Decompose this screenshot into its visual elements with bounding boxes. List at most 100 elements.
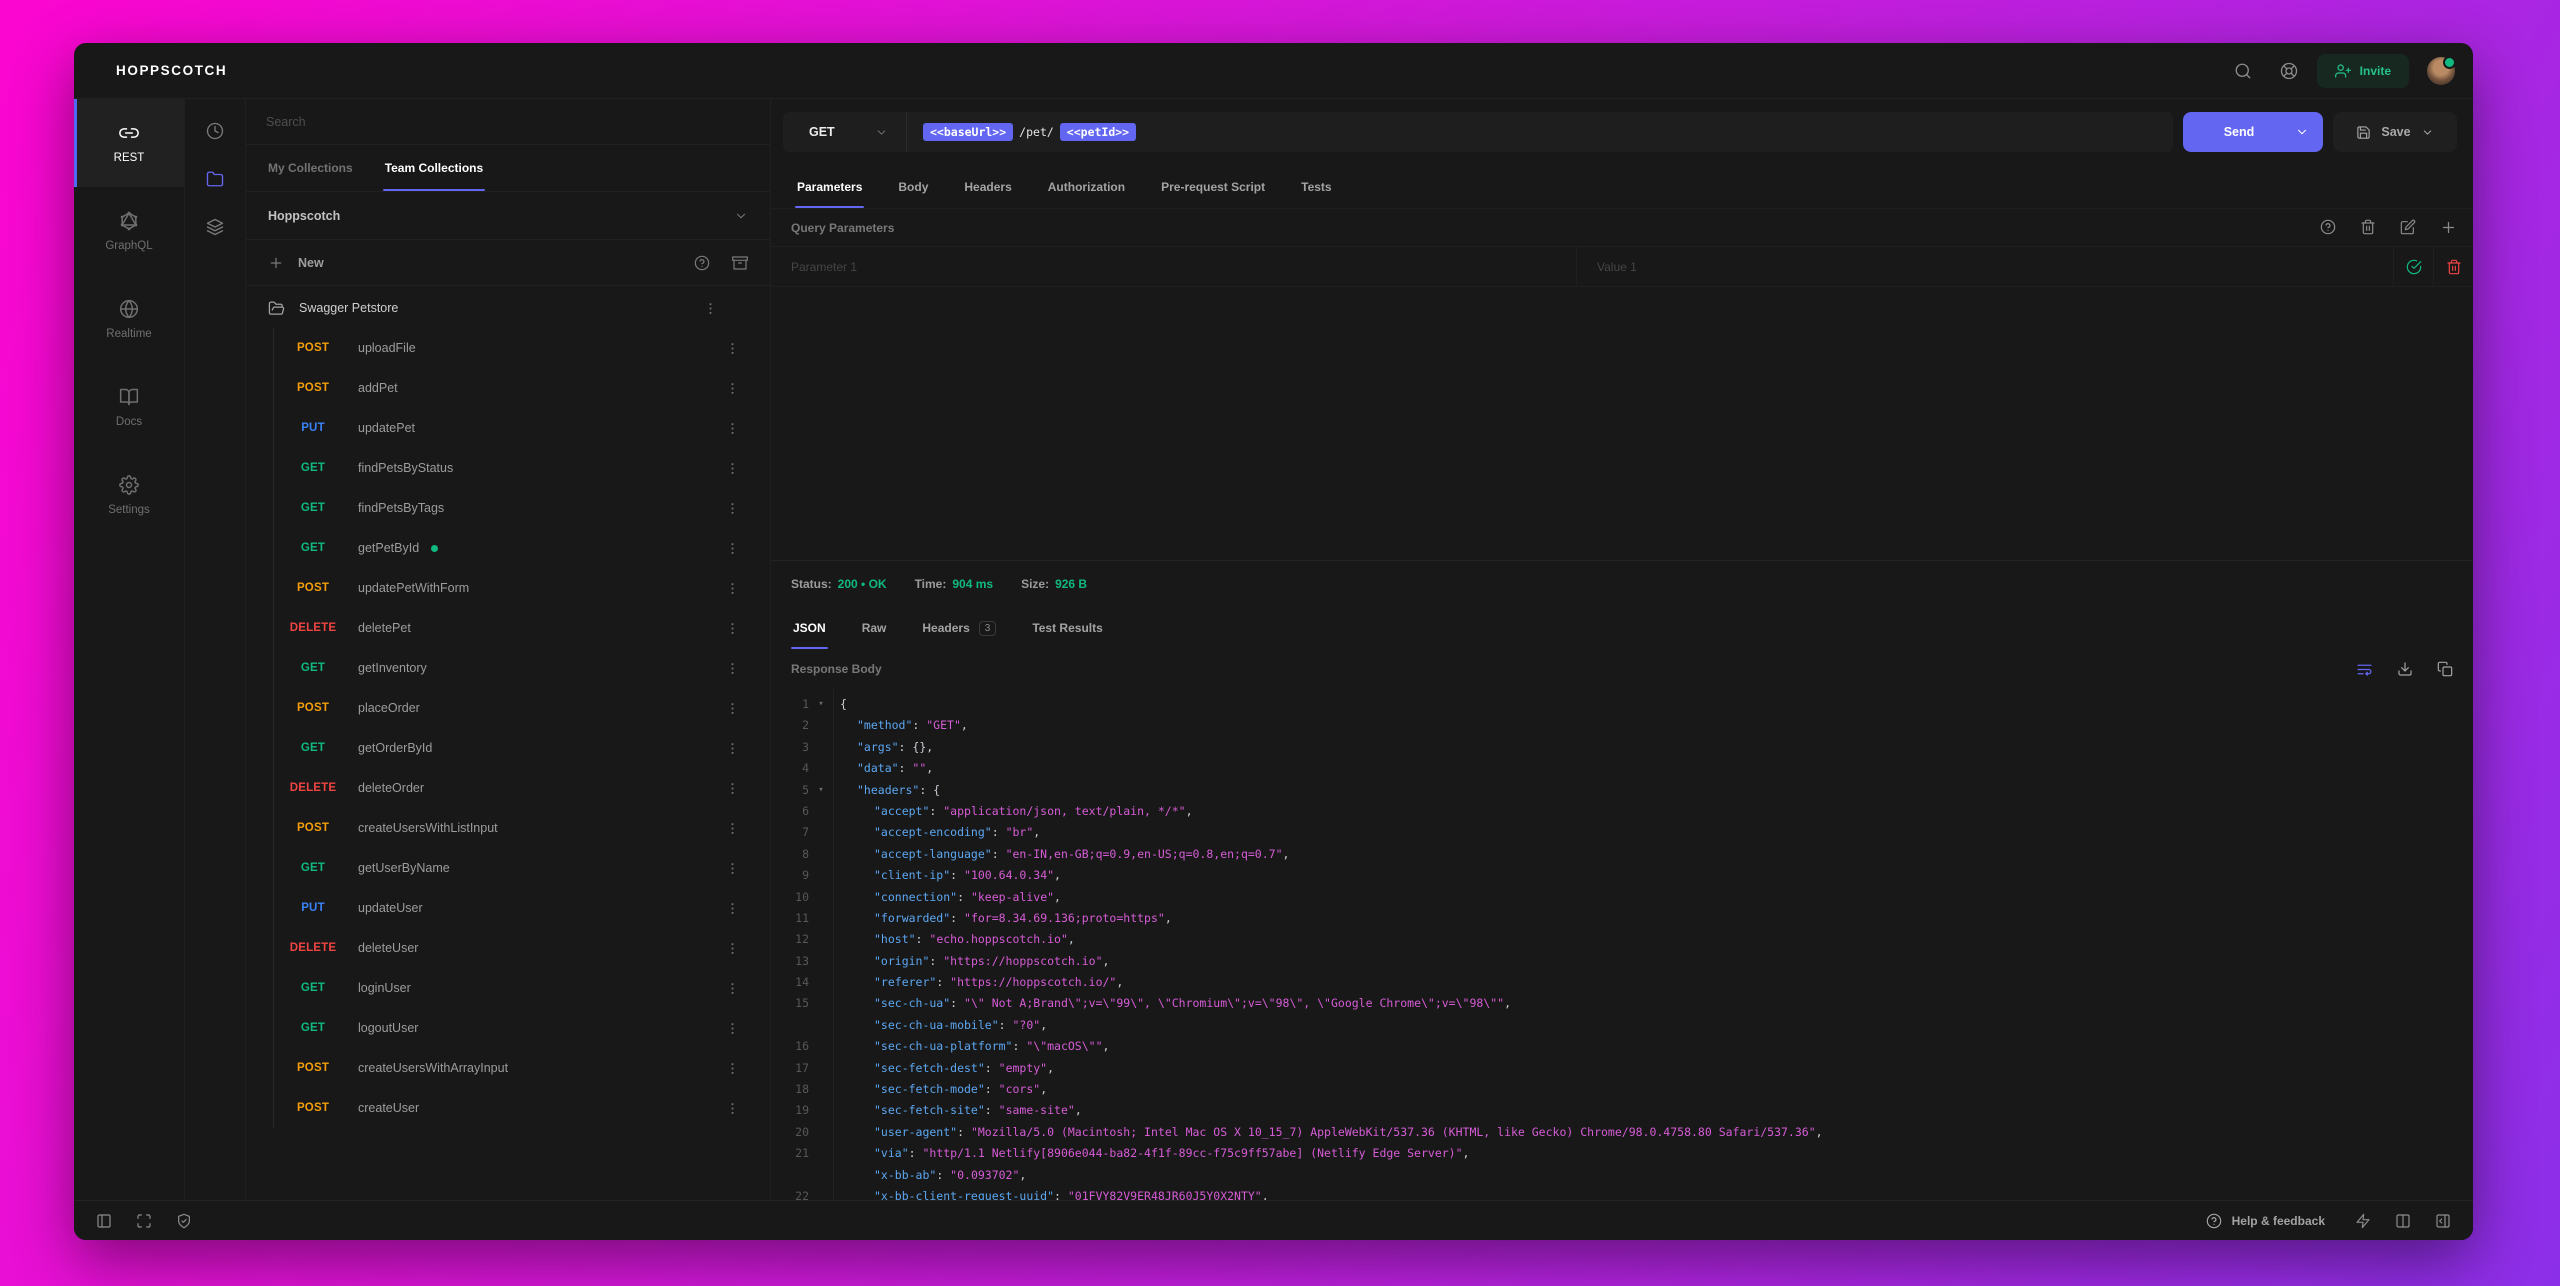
more-options-icon[interactable] — [725, 421, 740, 436]
support-button[interactable] — [2271, 53, 2307, 89]
nav-item-settings[interactable]: Settings — [74, 451, 184, 539]
more-options-icon[interactable] — [725, 981, 740, 996]
more-options-icon[interactable] — [725, 741, 740, 756]
help-circle-icon[interactable] — [694, 255, 710, 271]
send-button[interactable]: Send — [2183, 112, 2323, 152]
more-options-icon[interactable] — [725, 941, 740, 956]
search-button[interactable] — [2225, 53, 2261, 89]
subnav-item-environments[interactable] — [193, 203, 237, 251]
tab-my-collections[interactable]: My Collections — [252, 145, 369, 191]
copy-icon[interactable] — [2437, 661, 2453, 678]
chevron-down-icon[interactable] — [2295, 125, 2309, 139]
more-options-icon[interactable] — [725, 341, 740, 356]
response-tab-test-results[interactable]: Test Results — [1018, 607, 1116, 649]
nav-item-graphql[interactable]: GraphQL — [74, 187, 184, 275]
more-options-icon[interactable] — [725, 861, 740, 876]
tab-pre-request-script[interactable]: Pre-request Script — [1147, 165, 1279, 208]
tab-authorization[interactable]: Authorization — [1034, 165, 1139, 208]
subnav-item-collections[interactable] — [193, 155, 237, 203]
fold-arrow-icon[interactable]: ▾ — [809, 780, 833, 801]
more-options-icon[interactable] — [725, 781, 740, 796]
fold-arrow-icon — [809, 993, 833, 1014]
more-options-icon[interactable] — [725, 701, 740, 716]
nav-item-rest[interactable]: REST — [74, 99, 184, 187]
workspace-selector[interactable]: Hoppscotch — [246, 192, 770, 240]
request-item-getOrderById[interactable]: GETgetOrderById — [274, 728, 770, 768]
tab-parameters[interactable]: Parameters — [783, 165, 876, 208]
request-item-findPetsByStatus[interactable]: GETfindPetsByStatus — [274, 448, 770, 488]
more-options-icon[interactable] — [725, 381, 740, 396]
parameter-value-input[interactable] — [1597, 260, 2373, 274]
delete-all-icon[interactable] — [2360, 219, 2376, 236]
toggle-parameter-button[interactable] — [2393, 247, 2433, 286]
panel-left-icon[interactable] — [88, 1206, 120, 1236]
save-button[interactable]: Save — [2333, 112, 2457, 152]
collection-folder[interactable]: Swagger Petstore — [246, 288, 770, 328]
help-circle-icon[interactable] — [2320, 219, 2336, 236]
request-item-updatePetWithForm[interactable]: POSTupdatePetWithForm — [274, 568, 770, 608]
request-name: createUser — [358, 1101, 725, 1115]
chevron-down-icon[interactable] — [2421, 126, 2434, 139]
more-options-icon[interactable] — [703, 301, 718, 316]
response-body-editor[interactable]: 1▾{2"method": "GET",3"args": {},4"data":… — [771, 689, 2473, 1200]
fold-arrow-icon[interactable]: ▾ — [809, 694, 833, 715]
more-options-icon[interactable] — [725, 541, 740, 556]
panel-right-close-icon[interactable] — [2427, 1206, 2459, 1236]
remove-parameter-button[interactable] — [2433, 247, 2473, 286]
tab-tests[interactable]: Tests — [1287, 165, 1345, 208]
response-tab-json[interactable]: JSON — [779, 607, 840, 649]
more-options-icon[interactable] — [725, 501, 740, 516]
shield-check-icon[interactable] — [168, 1206, 200, 1236]
request-item-logoutUser[interactable]: GETlogoutUser — [274, 1008, 770, 1048]
add-parameter-icon[interactable] — [2440, 219, 2457, 236]
request-item-getPetById[interactable]: GETgetPetById — [274, 528, 770, 568]
request-item-getUserByName[interactable]: GETgetUserByName — [274, 848, 770, 888]
request-item-updatePet[interactable]: PUTupdatePet — [274, 408, 770, 448]
request-item-updateUser[interactable]: PUTupdateUser — [274, 888, 770, 928]
import-export-icon[interactable] — [732, 255, 748, 271]
request-item-findPetsByTags[interactable]: GETfindPetsByTags — [274, 488, 770, 528]
url-input[interactable]: <<baseUrl>>/pet/<<petId>> — [907, 123, 1152, 141]
avatar[interactable] — [2427, 57, 2455, 85]
request-item-deletePet[interactable]: DELETEdeletePet — [274, 608, 770, 648]
nav-item-realtime[interactable]: Realtime — [74, 275, 184, 363]
request-item-uploadFile[interactable]: POSTuploadFile — [274, 328, 770, 368]
more-options-icon[interactable] — [725, 461, 740, 476]
request-item-addPet[interactable]: POSTaddPet — [274, 368, 770, 408]
wrap-lines-icon[interactable] — [2356, 661, 2373, 678]
search-input[interactable] — [266, 115, 750, 129]
request-item-createUsersWithListInput[interactable]: POSTcreateUsersWithListInput — [274, 808, 770, 848]
edit-icon[interactable] — [2400, 219, 2416, 236]
invite-button[interactable]: Invite — [2317, 54, 2409, 88]
request-item-placeOrder[interactable]: POSTplaceOrder — [274, 688, 770, 728]
request-item-loginUser[interactable]: GETloginUser — [274, 968, 770, 1008]
more-options-icon[interactable] — [725, 581, 740, 596]
request-item-deleteOrder[interactable]: DELETEdeleteOrder — [274, 768, 770, 808]
nav-item-docs[interactable]: Docs — [74, 363, 184, 451]
more-options-icon[interactable] — [725, 661, 740, 676]
more-options-icon[interactable] — [725, 1061, 740, 1076]
new-collection-button[interactable]: New — [268, 255, 694, 271]
parameter-key-input[interactable] — [791, 260, 1556, 274]
request-item-createUsersWithArrayInput[interactable]: POSTcreateUsersWithArrayInput — [274, 1048, 770, 1088]
response-tab-headers[interactable]: Headers3 — [908, 607, 1010, 649]
request-item-deleteUser[interactable]: DELETEdeleteUser — [274, 928, 770, 968]
request-item-getInventory[interactable]: GETgetInventory — [274, 648, 770, 688]
maximize-icon[interactable] — [128, 1206, 160, 1236]
subnav-item-history[interactable] — [193, 107, 237, 155]
response-tab-raw[interactable]: Raw — [848, 607, 901, 649]
more-options-icon[interactable] — [725, 621, 740, 636]
help-feedback-button[interactable]: Help & feedback — [2206, 1213, 2325, 1229]
zap-icon[interactable] — [2347, 1206, 2379, 1236]
more-options-icon[interactable] — [725, 1101, 740, 1116]
request-item-createUser[interactable]: POSTcreateUser — [274, 1088, 770, 1128]
columns-icon[interactable] — [2387, 1206, 2419, 1236]
more-options-icon[interactable] — [725, 1021, 740, 1036]
more-options-icon[interactable] — [725, 901, 740, 916]
tab-body[interactable]: Body — [884, 165, 942, 208]
tab-headers[interactable]: Headers — [950, 165, 1025, 208]
tab-team-collections[interactable]: Team Collections — [369, 145, 499, 191]
more-options-icon[interactable] — [725, 821, 740, 836]
method-select[interactable]: GET — [783, 112, 907, 152]
download-icon[interactable] — [2397, 661, 2413, 678]
